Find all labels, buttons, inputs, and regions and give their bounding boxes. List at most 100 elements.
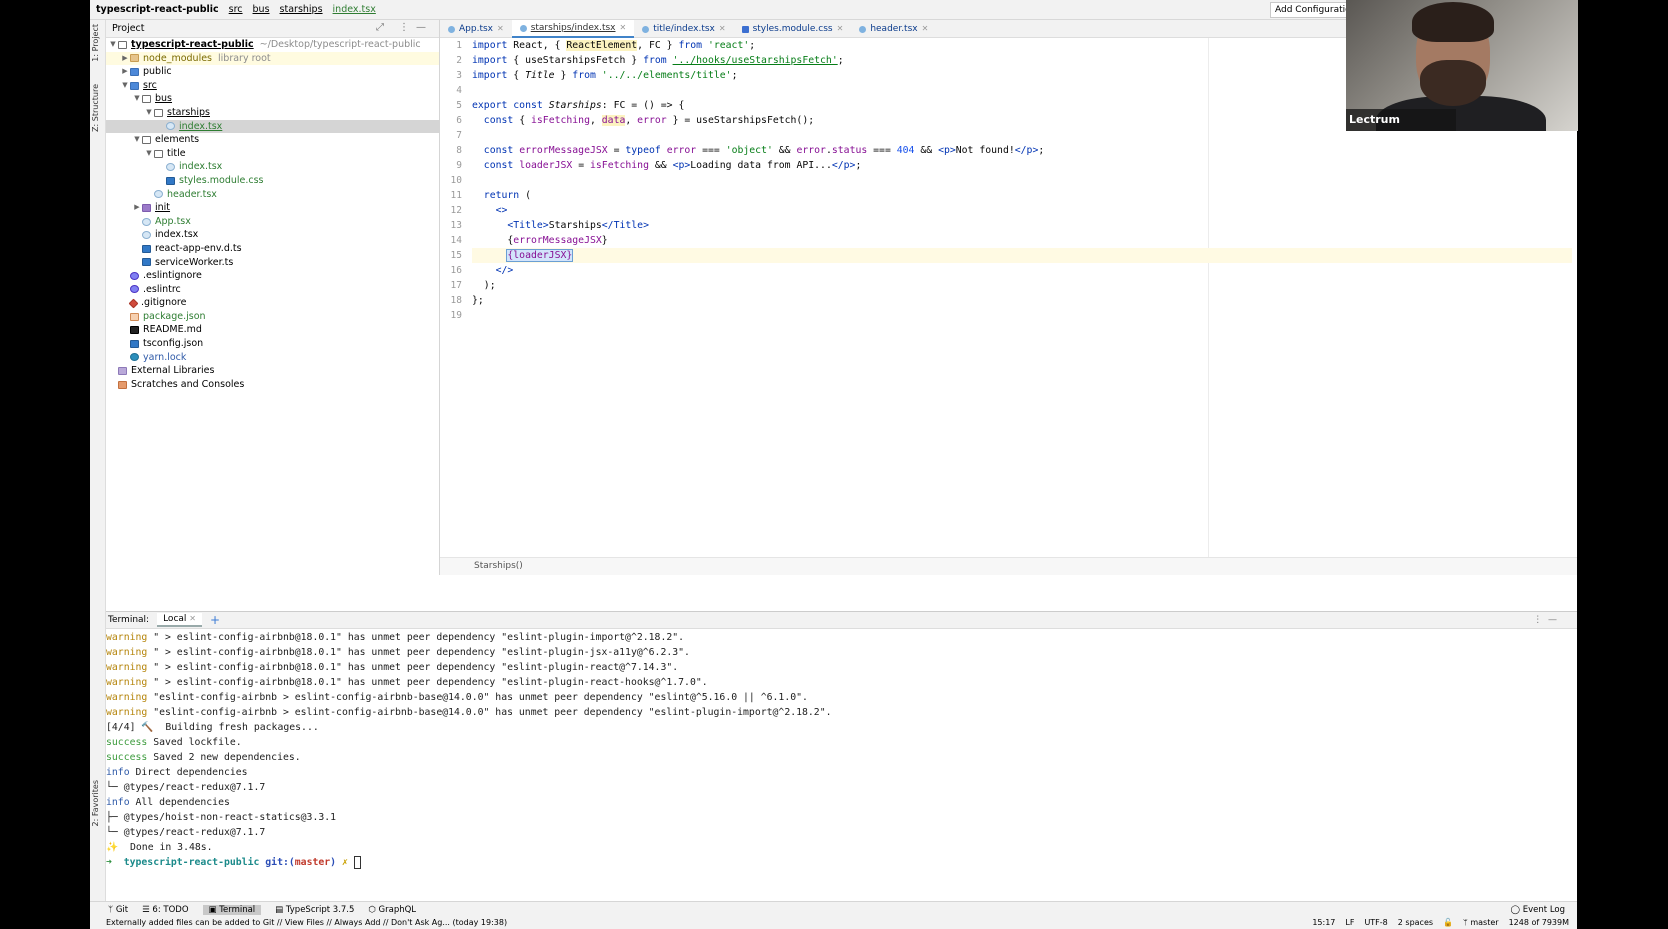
terminal-tool-button[interactable]: ▣ Terminal — [202, 904, 262, 915]
chevron-down-icon[interactable]: ▼ — [108, 38, 118, 52]
chevron-down-icon[interactable]: ▼ — [144, 106, 154, 120]
git-branch[interactable]: ᛘ master — [1463, 917, 1499, 929]
terminal-output[interactable]: warning " > eslint-config-airbnb@18.0.1"… — [106, 630, 1577, 870]
tab-header[interactable]: header.tsx ✕ — [851, 20, 936, 38]
library-icon — [118, 367, 127, 376]
tree-item-starships-index[interactable]: index.tsx — [106, 119, 439, 134]
tree-item-node-modules[interactable]: ▶ node_modules library root — [106, 51, 439, 66]
hide-icon[interactable]: — — [416, 22, 426, 33]
yarn-icon — [130, 353, 139, 362]
tree-item-title-index[interactable]: index.tsx — [106, 160, 439, 174]
event-log-icon: ◯ — [1510, 904, 1521, 915]
chevron-down-icon[interactable]: ▼ — [144, 147, 154, 161]
tab-app[interactable]: App.tsx ✕ — [440, 20, 512, 38]
line-number: 8 — [456, 145, 462, 156]
tree-item-readme[interactable]: README.md — [106, 323, 439, 337]
tree-item-external-libraries[interactable]: External Libraries — [106, 364, 439, 378]
close-icon[interactable]: ✕ — [189, 614, 196, 623]
tree-item-elements[interactable]: ▼ elements — [106, 133, 439, 147]
webcam-label: Lectrum Education — [1346, 109, 1456, 131]
breadcrumb-bus[interactable]: bus — [253, 4, 270, 15]
react-file-icon — [166, 163, 175, 172]
tree-item-package-json[interactable]: package.json — [106, 310, 439, 324]
breadcrumb-root[interactable]: typescript-react-public — [96, 4, 219, 15]
chevron-down-icon[interactable]: ▼ — [132, 133, 142, 147]
json-file-icon — [130, 339, 139, 348]
memory-indicator[interactable]: 1248 of 7939M — [1509, 917, 1569, 929]
tree-item-eslintrc[interactable]: .eslintrc — [106, 283, 439, 297]
breadcrumb-file[interactable]: index.tsx — [333, 4, 376, 15]
tree-item-bus[interactable]: ▼ bus — [106, 92, 439, 106]
tab-title-index[interactable]: title/index.tsx ✕ — [634, 20, 733, 38]
status-message[interactable]: Externally added files can be added to G… — [106, 917, 507, 929]
graphql-tool-button[interactable]: ⬡ GraphQL — [368, 905, 416, 915]
typescript-tool-button[interactable]: ▤ TypeScript 3.7.5 — [275, 905, 354, 915]
tree-item-gitignore[interactable]: .gitignore — [106, 296, 439, 310]
tree-item-scratches[interactable]: Scratches and Consoles — [106, 378, 439, 392]
tree-item-yarn-lock[interactable]: yarn.lock — [106, 351, 439, 365]
close-icon[interactable]: ✕ — [922, 20, 929, 38]
close-icon[interactable]: ✕ — [620, 19, 627, 37]
css-file-icon — [741, 25, 749, 33]
tree-item-starships[interactable]: ▼ starships — [106, 106, 439, 120]
chevron-right-icon[interactable]: ▶ — [120, 52, 130, 66]
react-file-icon — [166, 122, 175, 131]
terminal-line: [4/4] 🔨 Building fresh packages... — [106, 722, 319, 733]
file-encoding[interactable]: UTF-8 — [1364, 917, 1387, 929]
chevron-right-icon[interactable]: ▶ — [120, 65, 130, 79]
git-tool-button[interactable]: ᛘ Git — [108, 905, 128, 915]
favorites-tool-tab[interactable]: 2: Favorites — [91, 780, 105, 826]
tree-item-app[interactable]: App.tsx — [106, 215, 439, 229]
tree-item-react-app-env[interactable]: react-app-env.d.ts — [106, 242, 439, 256]
webcam-overlay: Lectrum Education — [1346, 0, 1578, 131]
react-file-icon — [642, 25, 650, 33]
tree-item-title[interactable]: ▼ title — [106, 147, 439, 161]
structure-tool-tab[interactable]: Z: Structure — [91, 84, 105, 132]
tree-item-src-index[interactable]: index.tsx — [106, 228, 439, 242]
css-file-icon — [166, 176, 175, 185]
tree-item-tsconfig[interactable]: tsconfig.json — [106, 337, 439, 351]
chevron-down-icon[interactable]: ▼ — [132, 92, 142, 106]
close-icon[interactable]: ✕ — [497, 20, 504, 38]
line-number: 4 — [456, 85, 462, 96]
caret-position[interactable]: 15:17 — [1312, 917, 1335, 929]
react-file-icon — [448, 25, 455, 33]
tree-item-eslintignore[interactable]: .eslintignore — [106, 269, 439, 283]
tree-item-src[interactable]: ▼ src — [106, 79, 439, 93]
project-panel-title[interactable]: Project — [112, 23, 145, 34]
tree-item-root[interactable]: ▼ typescript-react-public ~/Desktop/typesc… — [106, 38, 439, 52]
editor-breadcrumb[interactable]: Starships() — [440, 557, 1577, 575]
todo-tool-button[interactable]: ☰ 6: TODO — [142, 905, 188, 915]
terminal-tab-local[interactable]: Local ✕ — [157, 613, 202, 627]
terminal-prompt[interactable]: ➜ typescript-react-public git:(master) ✗ — [106, 855, 1577, 870]
lock-icon[interactable]: 🔓 — [1443, 917, 1453, 929]
tree-item-service-worker[interactable]: serviceWorker.ts — [106, 256, 439, 270]
project-tool-tab[interactable]: 1: Project — [91, 24, 105, 62]
close-icon[interactable]: ✕ — [719, 20, 726, 38]
event-log-button[interactable]: ◯ Event Log — [1511, 905, 1565, 915]
folder-icon — [142, 135, 151, 144]
indent-setting[interactable]: 2 spaces — [1398, 917, 1433, 929]
tree-item-header[interactable]: header.tsx — [106, 188, 439, 202]
settings-icon[interactable]: ⋮ — [399, 22, 409, 33]
line-number: 1 — [456, 40, 462, 51]
chevron-down-icon[interactable]: ▼ — [120, 79, 130, 93]
line-number: 18 — [450, 295, 462, 306]
ts-file-icon — [142, 244, 151, 253]
breadcrumb-starships[interactable]: starships — [280, 4, 323, 15]
close-icon[interactable]: ✕ — [837, 20, 844, 38]
collapse-icon[interactable]: ⤢ — [376, 22, 384, 33]
tab-starships-index[interactable]: starships/index.tsx ✕ — [511, 19, 635, 38]
line-separator[interactable]: LF — [1345, 917, 1354, 929]
tree-item-init[interactable]: ▶ init — [106, 201, 439, 215]
breadcrumb-src[interactable]: src — [229, 4, 243, 15]
tree-item-styles[interactable]: styles.module.css — [106, 174, 439, 188]
tree-item-public[interactable]: ▶ public — [106, 65, 439, 79]
new-terminal-button[interactable]: + — [210, 613, 220, 627]
tab-styles[interactable]: styles.module.css ✕ — [734, 20, 852, 38]
code-line-11: return ( — [483, 190, 531, 201]
line-number: 13 — [450, 220, 462, 231]
terminal-options-icon[interactable]: ⋮ — — [1533, 615, 1557, 625]
chevron-right-icon[interactable]: ▶ — [132, 201, 142, 215]
